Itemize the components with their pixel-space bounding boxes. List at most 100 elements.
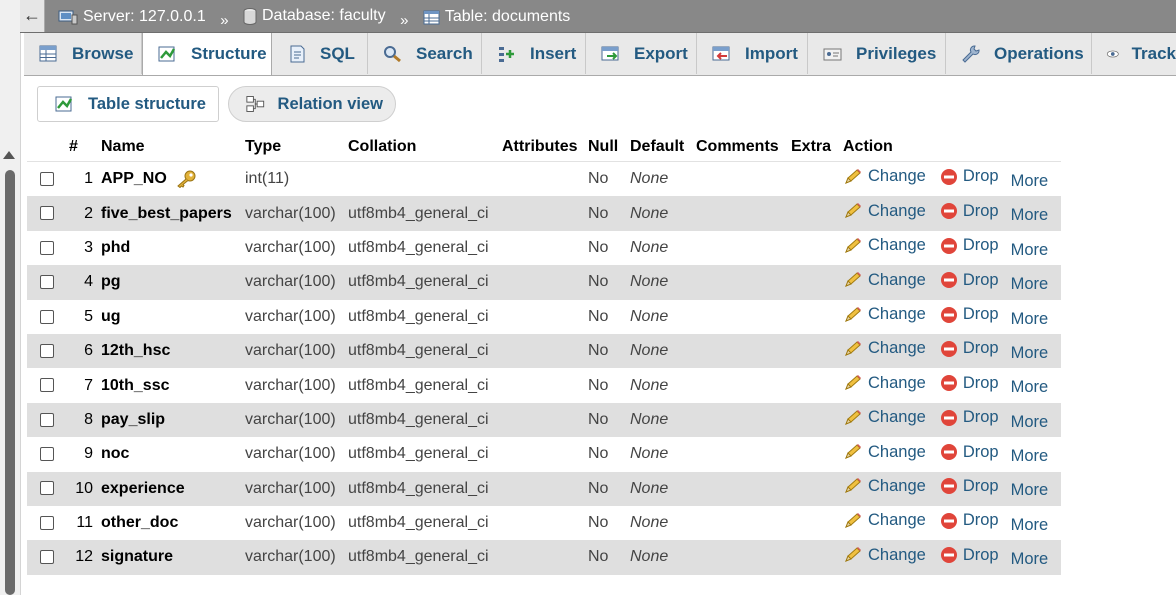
change-button[interactable]: Change: [843, 236, 926, 255]
row-checkbox[interactable]: [40, 206, 54, 221]
drop-button[interactable]: Drop: [940, 305, 999, 324]
change-button[interactable]: Change: [843, 511, 926, 530]
row-null: No: [584, 368, 626, 403]
more-button[interactable]: More: [1011, 516, 1049, 535]
change-button[interactable]: Change: [843, 305, 926, 324]
row-name-cell: 10th_ssc: [97, 368, 241, 403]
tab-insert[interactable]: Insert: [482, 33, 586, 74]
drop-button[interactable]: Drop: [940, 167, 999, 186]
tab-search[interactable]: Search: [368, 33, 482, 74]
more-button[interactable]: More: [1011, 344, 1049, 363]
row-comments: [692, 402, 787, 438]
row-num: 2: [65, 196, 97, 231]
row-attributes: [498, 471, 584, 506]
more-button[interactable]: More: [1011, 206, 1049, 225]
row-checkbox[interactable]: [40, 515, 54, 530]
tab-browse[interactable]: Browse: [24, 33, 142, 74]
col-header-type[interactable]: Type: [241, 133, 344, 162]
row-checkbox[interactable]: [40, 378, 54, 393]
scrollbar-thumb[interactable]: [5, 170, 15, 595]
drop-button[interactable]: Drop: [940, 477, 999, 496]
more-button[interactable]: More: [1011, 241, 1049, 260]
row-collation: utf8mb4_general_ci: [344, 265, 498, 300]
row-checkbox[interactable]: [40, 412, 54, 427]
drop-button[interactable]: Drop: [940, 339, 999, 358]
row-attributes: [498, 402, 584, 438]
col-header-name[interactable]: Name: [97, 133, 241, 162]
col-header-null[interactable]: Null: [584, 133, 626, 162]
more-button[interactable]: More: [1011, 413, 1049, 432]
row-checkbox[interactable]: [40, 275, 54, 290]
breadcrumb-server[interactable]: Server: 127.0.0.1: [58, 1, 206, 33]
drop-button[interactable]: Drop: [940, 511, 999, 530]
drop-button[interactable]: Drop: [940, 271, 999, 290]
change-button[interactable]: Change: [843, 443, 926, 462]
drop-button[interactable]: Drop: [940, 443, 999, 462]
row-actions: Change Drop More: [839, 368, 1061, 403]
drop-button[interactable]: Drop: [940, 202, 999, 221]
tab-privileges[interactable]: Privileges: [808, 33, 946, 74]
subtab-relation-view[interactable]: Relation view: [228, 86, 396, 122]
tab-operations[interactable]: Operations: [946, 33, 1092, 74]
row-collation: utf8mb4_general_ci: [344, 196, 498, 231]
change-button[interactable]: Change: [843, 477, 926, 496]
breadcrumb-table[interactable]: Table: documents: [423, 1, 570, 33]
subtab-table-structure[interactable]: Table structure: [37, 86, 219, 122]
change-button[interactable]: Change: [843, 202, 926, 221]
row-checkbox[interactable]: [40, 550, 54, 565]
change-button[interactable]: Change: [843, 271, 926, 290]
change-button[interactable]: Change: [843, 374, 926, 393]
database-icon: [243, 7, 257, 25]
drop-button[interactable]: Drop: [940, 236, 999, 255]
row-null: No: [584, 299, 626, 334]
change-label: Change: [868, 442, 926, 461]
more-button[interactable]: More: [1011, 275, 1049, 294]
col-header-attributes[interactable]: Attributes: [498, 133, 584, 162]
back-arrow-button[interactable]: ←: [20, 0, 45, 32]
main-tab-bar: Browse Structure SQL Search Insert Expor…: [24, 33, 1176, 76]
tab-export[interactable]: Export: [586, 33, 697, 74]
more-button[interactable]: More: [1011, 378, 1049, 397]
more-button[interactable]: More: [1011, 447, 1049, 466]
more-button[interactable]: More: [1011, 550, 1049, 569]
tab-sql[interactable]: SQL: [272, 33, 368, 74]
row-actions: Change Drop More: [839, 505, 1061, 541]
row-checkbox[interactable]: [40, 309, 54, 324]
row-checkbox[interactable]: [40, 240, 54, 255]
change-label: Change: [868, 167, 926, 186]
row-select-cell: [27, 230, 65, 266]
row-checkbox[interactable]: [40, 481, 54, 496]
change-button[interactable]: Change: [843, 408, 926, 427]
row-checkbox[interactable]: [40, 447, 54, 462]
row-checkbox[interactable]: [40, 343, 54, 358]
pencil-icon: [845, 512, 861, 528]
breadcrumb-database[interactable]: Database: faculty: [243, 0, 386, 32]
row-checkbox[interactable]: [40, 171, 54, 186]
col-header-default[interactable]: Default: [626, 133, 692, 162]
drop-button[interactable]: Drop: [940, 408, 999, 427]
row-name: 10th_ssc: [101, 376, 170, 394]
tab-import[interactable]: Import: [697, 33, 808, 74]
col-header-extra[interactable]: Extra: [787, 133, 839, 162]
more-button[interactable]: More: [1011, 481, 1049, 500]
col-header-comments[interactable]: Comments: [692, 133, 787, 162]
row-name: five_best_papers: [101, 204, 232, 222]
drop-button[interactable]: Drop: [940, 374, 999, 393]
more-button[interactable]: More: [1011, 310, 1049, 329]
row-actions: Change Drop More: [839, 161, 1061, 197]
change-button[interactable]: Change: [843, 167, 926, 186]
drop-icon: [940, 512, 957, 529]
row-num: 8: [65, 402, 97, 438]
change-button[interactable]: Change: [843, 339, 926, 358]
tab-tracking[interactable]: Track: [1092, 33, 1176, 74]
change-button[interactable]: Change: [843, 546, 926, 565]
table-row: 9 noc varchar(100) utf8mb4_general_ci No None…: [27, 437, 1061, 472]
more-button[interactable]: More: [1011, 172, 1049, 191]
drop-icon: [940, 375, 957, 392]
scroll-up-arrow-icon[interactable]: [3, 151, 15, 159]
drop-button[interactable]: Drop: [940, 546, 999, 565]
tab-structure[interactable]: Structure: [142, 33, 272, 75]
col-header-collation[interactable]: Collation: [344, 133, 498, 162]
row-type: varchar(100): [241, 540, 344, 575]
left-scrollbar[interactable]: [0, 0, 21, 595]
